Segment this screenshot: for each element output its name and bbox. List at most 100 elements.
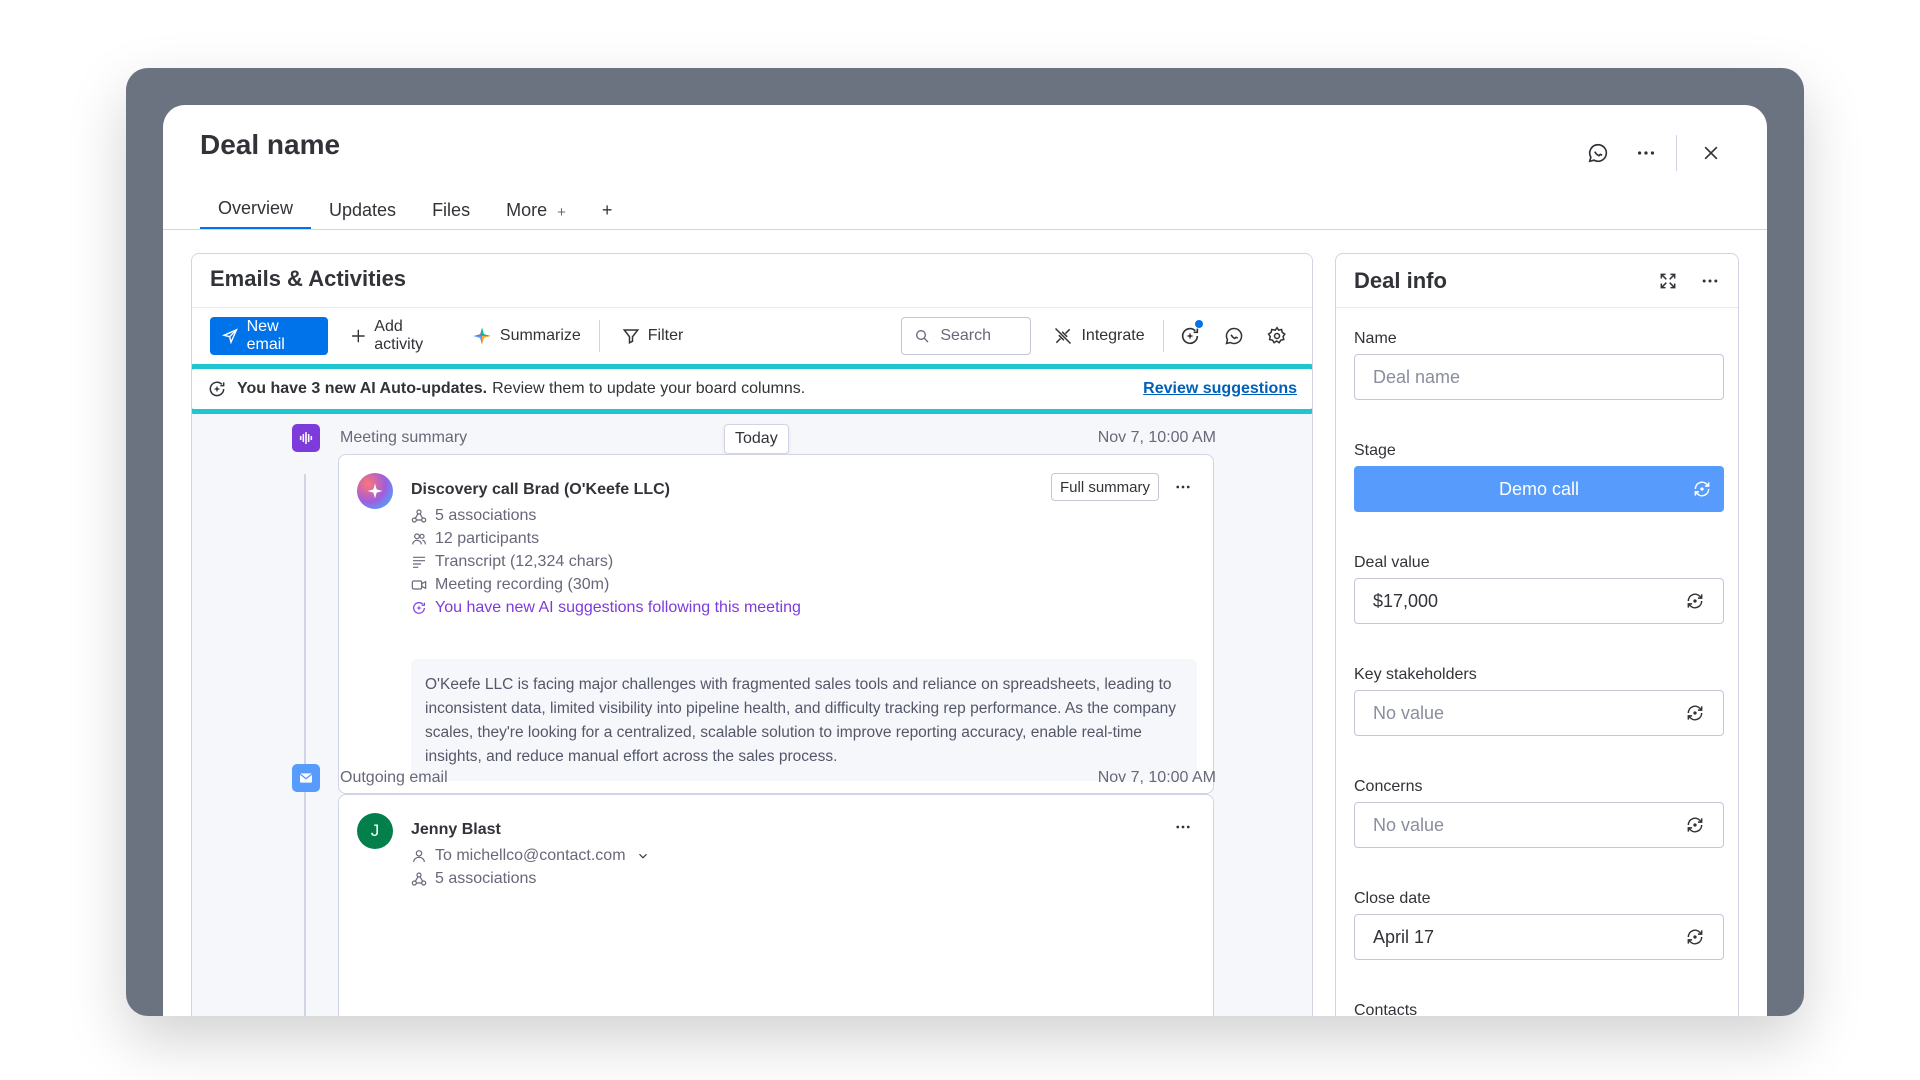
- more-options-icon[interactable]: [1626, 133, 1666, 173]
- ai-autoupdates-banner: You have 3 new AI Auto-updates. Review t…: [192, 364, 1312, 414]
- banner-text: Review them to update your board columns…: [492, 380, 806, 397]
- tab-label: Files: [432, 200, 471, 220]
- button-label: Integrate: [1081, 327, 1145, 344]
- ai-sync-icon[interactable]: [1685, 703, 1705, 723]
- meta-text: You have new AI suggestions following th…: [435, 599, 801, 616]
- add-activity-button[interactable]: Add activity: [350, 318, 450, 354]
- stakeholders-label: Key stakeholders: [1354, 666, 1477, 683]
- button-label: Filter: [647, 327, 684, 344]
- meta-text: 12 participants: [435, 530, 540, 547]
- header-divider: [1676, 135, 1677, 171]
- close-icon[interactable]: [1691, 133, 1731, 173]
- more-options-icon[interactable]: [1171, 815, 1195, 839]
- chat-icon[interactable]: [1578, 133, 1618, 173]
- ai-sync-icon[interactable]: [1685, 591, 1705, 611]
- timeline-line: [304, 474, 306, 1016]
- meeting-title: Discovery call Brad (O'Keefe LLC): [411, 481, 670, 498]
- tab-bar: Overview Updates Files More + +: [200, 185, 630, 229]
- email-sender: Jenny Blast: [411, 821, 501, 838]
- activity-date: Nov 7, 10:00 AM: [1097, 429, 1216, 446]
- deal-value-field[interactable]: $17,000: [1354, 578, 1724, 624]
- field-value: April 17: [1373, 926, 1435, 947]
- meeting-summary-text: O'Keefe LLC is facing major challenges w…: [411, 659, 1197, 781]
- concerns-field[interactable]: No value: [1354, 802, 1724, 848]
- meeting-audio-icon: [292, 424, 320, 452]
- close-date-field[interactable]: April 17: [1354, 914, 1724, 960]
- notification-dot: [1195, 320, 1204, 328]
- tab-more[interactable]: More +: [488, 185, 584, 229]
- search-icon: [916, 330, 929, 343]
- ai-sync-icon: [1182, 327, 1199, 345]
- ai-autoupdate-button[interactable]: [1174, 318, 1207, 354]
- person-icon: [413, 850, 425, 863]
- window-backdrop: Deal name Overview Updates Files More + +…: [126, 68, 1804, 1016]
- send-icon: [222, 328, 238, 345]
- meta-associations[interactable]: 5 associations: [411, 870, 536, 888]
- tab-files[interactable]: Files: [414, 185, 488, 229]
- plus-icon: +: [557, 204, 566, 221]
- field-placeholder: Deal name: [1373, 366, 1461, 387]
- ai-notetaker-avatar: [357, 473, 393, 509]
- activities-toolbar: New email Add activity Summarize Filter: [192, 308, 1312, 364]
- meta-text: 5 associations: [435, 870, 537, 887]
- settings-button[interactable]: [1261, 318, 1294, 354]
- ai-sync-icon[interactable]: [1685, 815, 1705, 835]
- stage-status-field[interactable]: Demo call: [1354, 466, 1724, 512]
- meta-text: 5 associations: [435, 507, 537, 524]
- deal-modal: Deal name Overview Updates Files More + +…: [163, 105, 1767, 1016]
- panel-title: Emails & Activities: [192, 254, 1312, 308]
- add-tab-button[interactable]: +: [584, 185, 631, 229]
- tab-updates[interactable]: Updates: [311, 185, 414, 229]
- ai-sync-icon[interactable]: [1685, 927, 1705, 947]
- activity-date: Nov 7, 10:00 AM: [1097, 769, 1216, 786]
- meta-text: Transcript (12,324 chars): [435, 553, 614, 570]
- associations-icon: [411, 872, 427, 886]
- email-recipient[interactable]: To michellco@contact.com: [411, 847, 658, 865]
- emails-activities-panel: Emails & Activities New email Add activi…: [191, 253, 1313, 1016]
- activity-type-label: Outgoing email: [340, 769, 448, 786]
- outgoing-email-card[interactable]: J Jenny Blast To michellco@contact.com 5…: [338, 794, 1214, 1016]
- filter-button[interactable]: Filter: [622, 327, 684, 345]
- avatar: J: [357, 813, 393, 849]
- ai-sync-icon[interactable]: [1692, 479, 1712, 499]
- new-email-button[interactable]: New email: [210, 317, 328, 355]
- button-label: Summarize: [499, 327, 581, 344]
- more-options-icon[interactable]: [1171, 475, 1195, 499]
- deal-name-field[interactable]: Deal name: [1354, 354, 1724, 400]
- meta-participants[interactable]: 12 participants: [411, 530, 539, 548]
- chevron-down-icon[interactable]: [636, 849, 650, 863]
- review-suggestions-link[interactable]: Review suggestions: [1143, 380, 1297, 398]
- ai-sync-icon: [413, 602, 425, 614]
- video-icon: [411, 580, 427, 590]
- integrate-button[interactable]: Integrate: [1053, 326, 1145, 346]
- full-summary-button[interactable]: Full summary: [1050, 473, 1159, 501]
- stakeholders-field[interactable]: No value: [1354, 690, 1724, 736]
- chat-icon: [1225, 327, 1243, 345]
- contacts-label: Contacts: [1354, 1002, 1418, 1016]
- deal-value-label: Deal value: [1354, 554, 1430, 571]
- button-label: New email: [246, 318, 285, 353]
- activity-header-meeting: Meeting summary Nov 7, 10:00 AM: [292, 424, 1216, 452]
- concerns-label: Concerns: [1354, 778, 1423, 795]
- expand-icon[interactable]: [1658, 271, 1678, 291]
- meta-transcript[interactable]: Transcript (12,324 chars): [411, 553, 613, 571]
- more-options-icon[interactable]: [1700, 271, 1720, 291]
- meta-associations[interactable]: 5 associations: [411, 507, 536, 525]
- deal-info-header: Deal info: [1336, 254, 1738, 308]
- tab-label: Overview: [218, 198, 294, 218]
- meeting-summary-card[interactable]: Discovery call Brad (O'Keefe LLC) Full s…: [338, 454, 1214, 794]
- tab-overview[interactable]: Overview: [200, 185, 312, 229]
- transcript-icon: [413, 556, 425, 568]
- tab-label: More: [506, 200, 548, 220]
- ai-sparkle-icon: [473, 327, 491, 345]
- activity-header-email: Outgoing email Nov 7, 10:00 AM: [292, 764, 1216, 792]
- meta-ai-suggestions[interactable]: You have new AI suggestions following th…: [411, 599, 801, 617]
- chat-button[interactable]: [1217, 318, 1250, 354]
- plus-icon: +: [601, 200, 613, 220]
- search-input[interactable]: Search: [901, 317, 1032, 355]
- meta-recording[interactable]: Meeting recording (30m): [411, 576, 609, 594]
- summarize-button[interactable]: Summarize: [472, 326, 581, 346]
- field-value: No value: [1373, 702, 1445, 723]
- meta-text: Meeting recording (30m): [435, 576, 610, 593]
- tabs-divider: [163, 229, 1767, 230]
